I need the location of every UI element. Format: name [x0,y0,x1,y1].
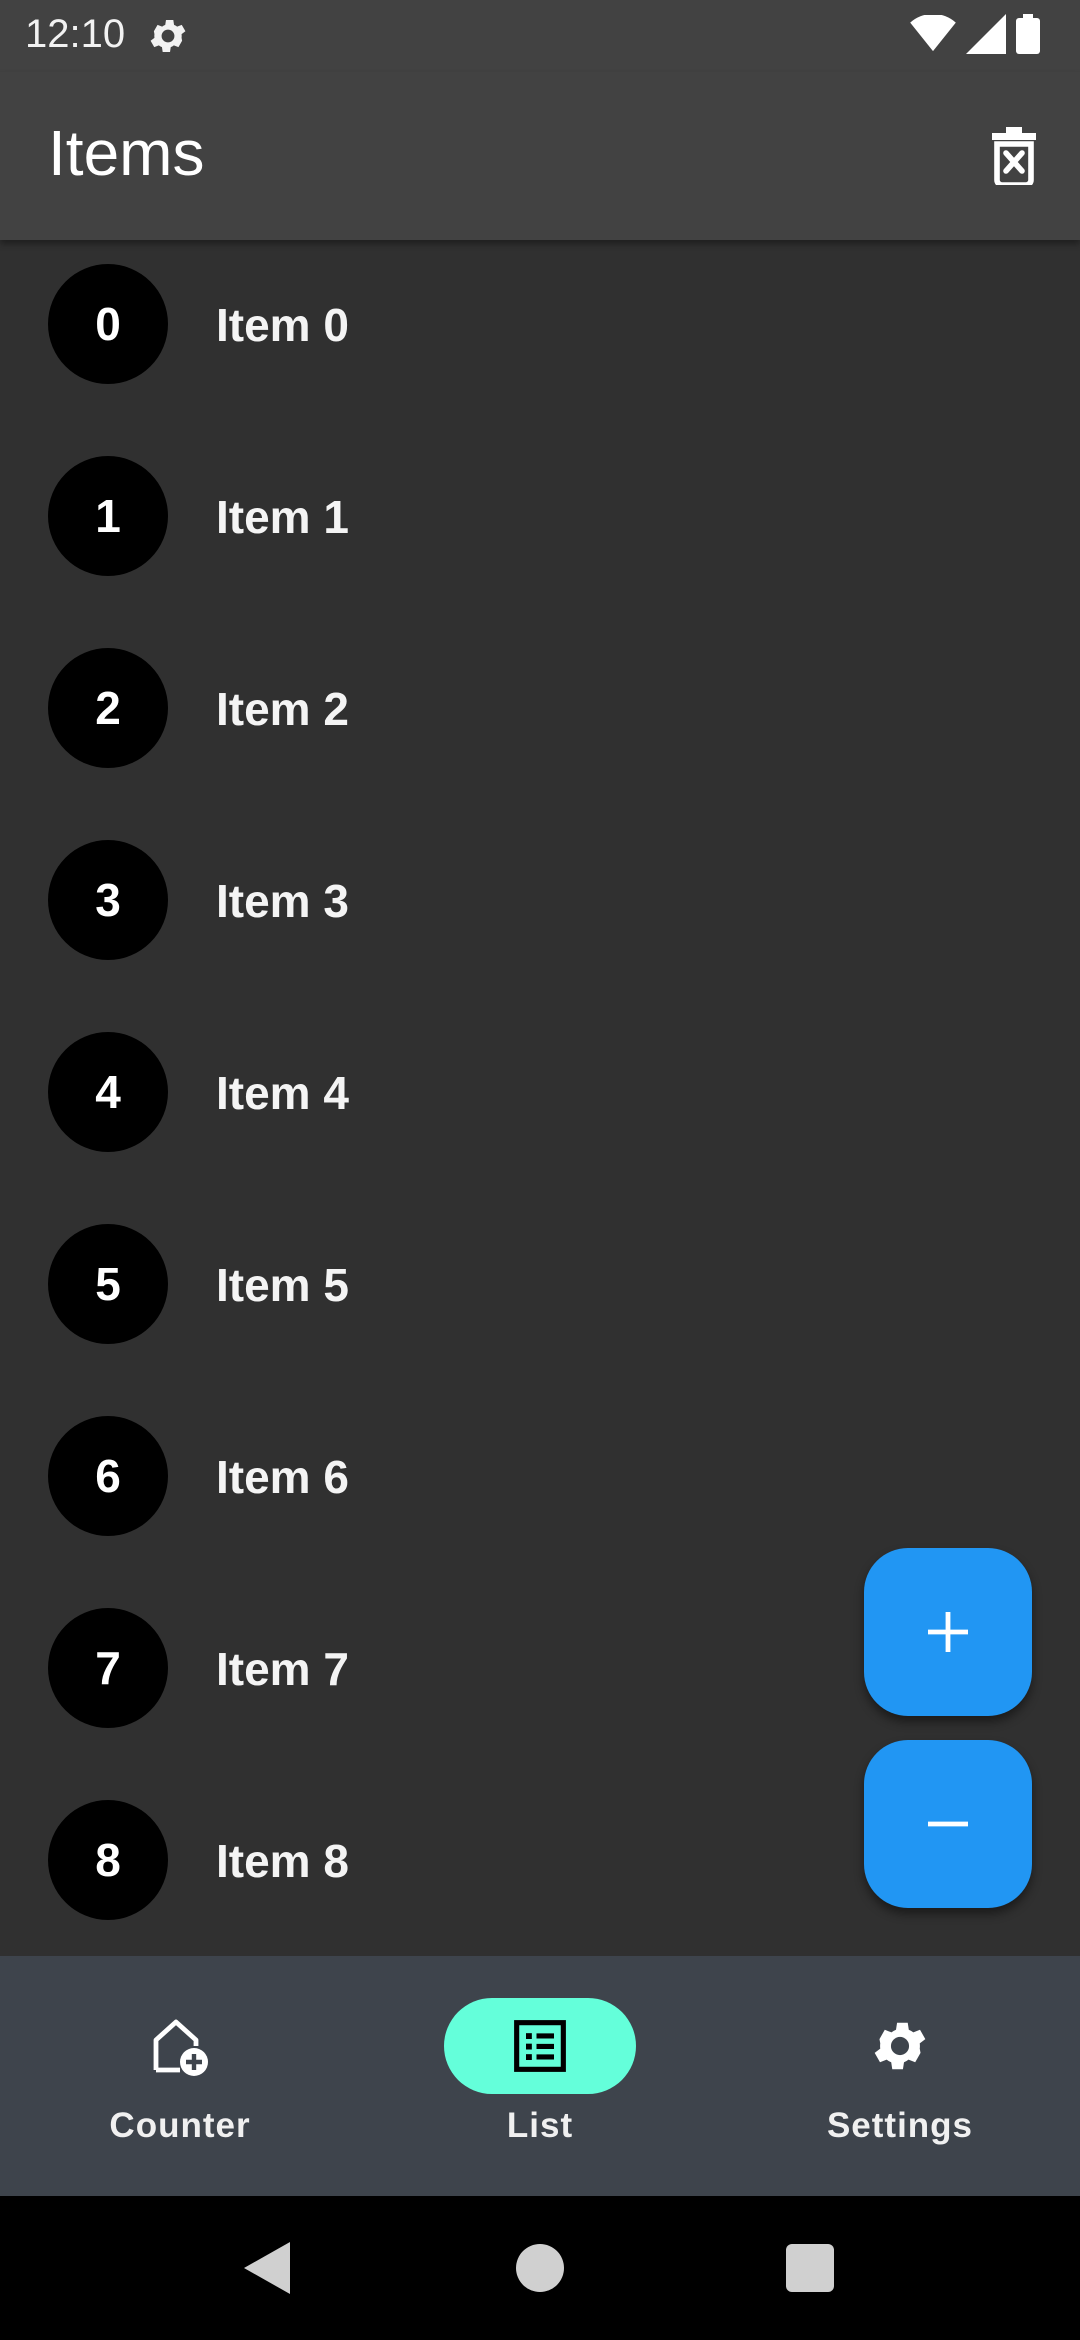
item-avatar: 7 [48,1608,168,1728]
list-item[interactable]: 5 Item 5 [0,1184,1080,1376]
settings-notification-icon [150,20,186,52]
item-label: Item 6 [216,1451,349,1503]
item-avatar: 3 [48,840,168,960]
home-icon[interactable] [516,2244,564,2292]
item-label: Item 2 [216,683,349,735]
item-label: Item 1 [216,491,349,543]
app-bar: Items [0,72,1080,240]
nav-label-list: List [506,2106,574,2145]
item-label: Item 0 [216,299,349,351]
status-time: 12:10 [25,12,126,56]
add-item-button[interactable] [864,1548,1032,1716]
list-item[interactable]: 2 Item 2 [0,608,1080,800]
page-title: Items [48,117,205,189]
nav-label-settings: Settings [826,2106,974,2145]
nav-icon-container [84,1998,276,2094]
delete-all-button[interactable] [976,118,1052,194]
item-label: Item 7 [216,1643,349,1695]
item-avatar: 4 [48,1032,168,1152]
list-item[interactable]: 4 Item 4 [0,992,1080,1184]
status-indicators [910,14,1040,54]
nav-item-list[interactable]: List [360,1956,720,2196]
list-item[interactable]: 3 Item 3 [0,800,1080,992]
nav-active-indicator [444,1998,636,2094]
list-item[interactable]: 1 Item 1 [0,416,1080,608]
item-avatar: 5 [48,1224,168,1344]
battery-icon [1016,14,1040,54]
item-avatar: 2 [48,648,168,768]
item-label: Item 3 [216,875,349,927]
item-avatar: 1 [48,456,168,576]
nav-item-settings[interactable]: Settings [720,1956,1080,2196]
item-label: Item 4 [216,1067,349,1119]
list-alt-icon [514,2020,566,2072]
cellular-signal-icon [966,14,1006,54]
nav-icon-container [804,1998,996,2094]
item-label: Item 5 [216,1259,349,1311]
list-item[interactable]: 0 Item 0 [0,240,1080,416]
item-avatar: 8 [48,1800,168,1920]
wifi-icon [910,15,956,52]
nav-label-counter: Counter [109,2106,251,2145]
home-add-icon [153,2019,208,2076]
recents-icon[interactable] [786,2244,834,2292]
gear-icon [874,2022,926,2070]
item-avatar: 6 [48,1416,168,1536]
system-navigation-bar [0,2196,1080,2340]
minus-icon [928,1821,968,1827]
list-item[interactable]: 6 Item 6 [0,1376,1080,1568]
back-icon[interactable] [244,2242,290,2294]
remove-item-button[interactable] [864,1740,1032,1908]
nav-item-counter[interactable]: Counter [0,1956,360,2196]
bottom-navigation: Counter List Settings [0,1956,1080,2196]
status-bar: 12:10 [0,0,1080,72]
item-avatar: 0 [48,264,168,384]
item-label: Item 8 [216,1835,349,1887]
plus-icon [928,1612,968,1652]
delete-forever-icon [992,127,1036,185]
